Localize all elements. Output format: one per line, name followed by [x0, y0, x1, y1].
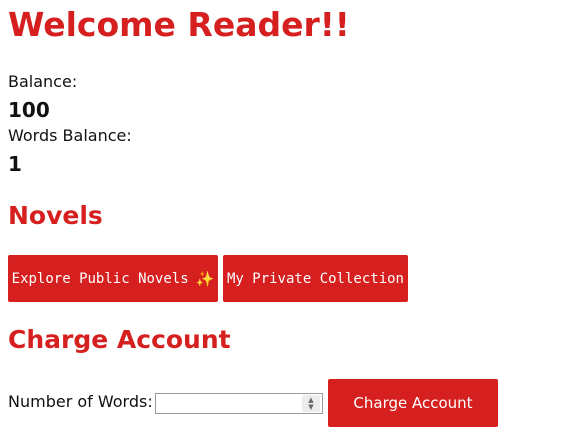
novels-heading: Novels	[8, 201, 103, 230]
balance-value: 100	[8, 98, 50, 122]
charge-account-button[interactable]: Charge Account	[328, 379, 498, 427]
charge-account-button-label: Charge Account	[353, 394, 473, 412]
number-of-words-input[interactable]	[156, 394, 296, 413]
balance-label: Balance:	[8, 72, 78, 91]
my-private-collection-label: My Private Collection	[226, 270, 404, 287]
explore-public-novels-label: Explore Public Novels	[11, 270, 189, 287]
page: Welcome Reader!! Balance: 100 Words Bala…	[0, 0, 583, 446]
my-private-collection-button[interactable]: My Private Collection	[223, 255, 408, 302]
explore-public-novels-button[interactable]: Explore Public Novels ✨	[8, 255, 218, 302]
words-balance-value: 1	[8, 152, 22, 176]
number-spinner[interactable]: ▲ ▼	[302, 395, 320, 412]
charge-account-heading: Charge Account	[8, 325, 231, 354]
chevron-down-icon[interactable]: ▼	[308, 403, 313, 411]
number-of-words-field[interactable]: ▲ ▼	[155, 393, 323, 414]
sparkles-icon: ✨	[195, 269, 215, 288]
words-balance-label: Words Balance:	[8, 126, 132, 145]
welcome-title: Welcome Reader!!	[8, 5, 350, 44]
number-of-words-label: Number of Words:	[8, 392, 153, 411]
